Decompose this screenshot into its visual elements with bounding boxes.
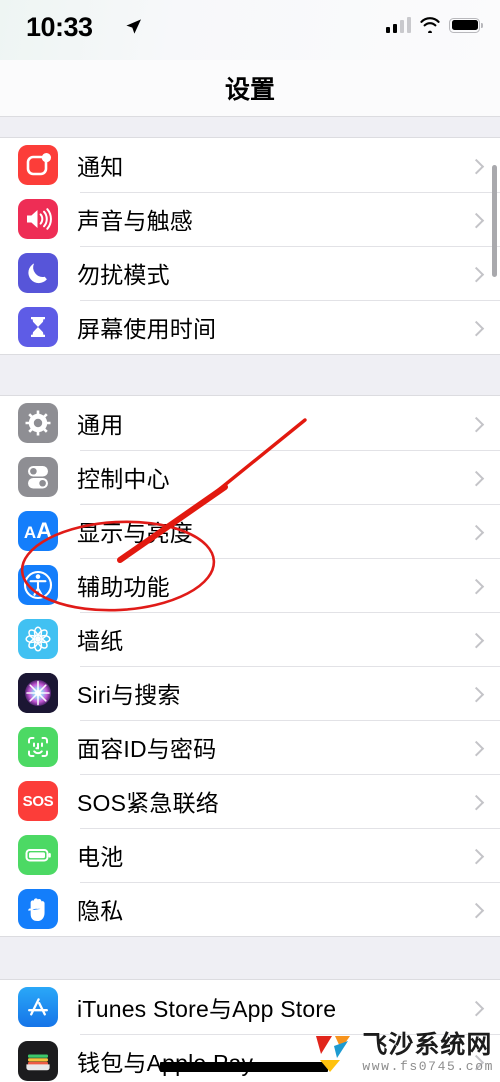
settings-row-face-id-passcode[interactable]: 面容ID与密码 (0, 720, 500, 774)
chevron-right-icon (468, 266, 485, 283)
status-bar-time: 10:33 (26, 12, 93, 42)
chevron-right-icon (468, 212, 485, 229)
privacy-hand-icon (18, 889, 58, 929)
settings-row-sounds-haptics[interactable]: 声音与触感 (0, 192, 500, 246)
settings-row-label: SOS紧急联络 (77, 790, 219, 816)
settings-row-control-center[interactable]: 控制中心 (0, 450, 500, 504)
settings-row-label: 通知 (77, 154, 124, 180)
settings-row-label: 钱包与Apple Pay (77, 1050, 253, 1076)
settings-row-general[interactable]: 通用 (0, 396, 500, 450)
page-title: 设置 (224, 76, 275, 104)
chevron-right-icon (468, 158, 485, 175)
chevron-right-icon (468, 1000, 485, 1017)
siri-search-icon (18, 673, 58, 713)
chevron-right-icon (468, 686, 485, 703)
cellular-signal-icon (385, 17, 411, 33)
settings-row-privacy[interactable]: 隐私 (0, 882, 500, 936)
watermark-site-url: www.fs0745.com (362, 1058, 494, 1074)
settings-row-label: 声音与触感 (77, 208, 193, 234)
sounds-haptics-icon (18, 199, 58, 239)
settings-row-wallpaper[interactable]: 墙纸 (0, 612, 500, 666)
face-id-icon (18, 727, 58, 767)
chevron-right-icon (468, 416, 485, 433)
settings-row-label: Siri与搜索 (77, 682, 181, 708)
settings-row-label: 辅助功能 (77, 574, 170, 600)
chevron-right-icon (468, 794, 485, 811)
battery-settings-icon (18, 835, 58, 875)
status-bar: 10:33 (0, 0, 500, 60)
navigation-bar: 设置 (0, 60, 500, 117)
chevron-right-icon (468, 740, 485, 757)
chevron-right-icon (468, 902, 485, 919)
settings-row-label: iTunes Store与App Store (77, 996, 337, 1022)
vertical-scrollbar[interactable] (492, 165, 497, 277)
redaction-bar (160, 1062, 328, 1072)
site-watermark: 飞沙系统网 www.fs0745.com (310, 1030, 494, 1076)
settings-row-label: 隐私 (77, 898, 124, 924)
group-separator-2 (0, 937, 500, 979)
chevron-right-icon (468, 524, 485, 541)
chevron-right-icon (468, 470, 485, 487)
accessibility-icon (18, 565, 58, 605)
watermark-logo-icon (316, 1036, 351, 1072)
settings-group-alerts: 通知 声音与触感 勿扰模式 屏幕使用时间 (0, 137, 500, 355)
display-brightness-icon: AA (18, 511, 58, 551)
chevron-right-icon (468, 320, 485, 337)
location-arrow-icon (124, 17, 143, 36)
settings-row-label: 通用 (77, 412, 124, 438)
settings-row-label: 控制中心 (77, 466, 170, 492)
chevron-right-icon (468, 632, 485, 649)
wallpaper-icon (18, 619, 58, 659)
chevron-right-icon (468, 848, 485, 865)
emergency-sos-icon: SOS (18, 781, 58, 821)
app-store-icon (18, 987, 58, 1027)
settings-row-do-not-disturb[interactable]: 勿扰模式 (0, 246, 500, 300)
settings-row-label: 墙纸 (77, 628, 124, 654)
settings-row-label: 电池 (77, 844, 124, 870)
status-bar-indicators (385, 17, 483, 33)
notifications-icon (18, 145, 58, 185)
settings-row-accessibility[interactable]: 辅助功能 (0, 558, 500, 612)
list-top-gap (0, 117, 500, 137)
watermark-site-name: 飞沙系统网 (362, 1031, 493, 1060)
do-not-disturb-icon (18, 253, 58, 293)
settings-row-label: 面容ID与密码 (77, 736, 217, 762)
settings-row-label: 显示与亮度 (77, 520, 193, 546)
settings-row-display-brightness[interactable]: AA 显示与亮度 (0, 504, 500, 558)
settings-row-siri-search[interactable]: Siri与搜索 (0, 666, 500, 720)
settings-row-battery[interactable]: 电池 (0, 828, 500, 882)
group-separator-1 (0, 355, 500, 395)
settings-row-emergency-sos[interactable]: SOS SOS紧急联络 (0, 774, 500, 828)
settings-row-label: 屏幕使用时间 (77, 316, 217, 342)
general-gear-icon (18, 403, 58, 443)
screen-time-icon (18, 307, 58, 347)
wallet-icon (18, 1041, 58, 1081)
battery-full-icon (449, 17, 483, 33)
control-center-icon (18, 457, 58, 497)
wifi-icon (420, 17, 440, 33)
settings-row-notifications[interactable]: 通知 (0, 138, 500, 192)
chevron-right-icon (468, 578, 485, 595)
settings-row-itunes-app-store[interactable]: iTunes Store与App Store (0, 980, 500, 1034)
settings-row-label: 勿扰模式 (77, 262, 170, 288)
settings-row-screen-time[interactable]: 屏幕使用时间 (0, 300, 500, 354)
settings-group-system: 通用 控制中心 AA 显示与亮度 辅助功能 墙纸 Siri与搜索 面容ID与密码… (0, 395, 500, 937)
iphone-settings-screen: 10:33 设置 通知 声音与触感 勿扰模式 屏幕使用时间 通用 控制中心 AA… (0, 0, 500, 1082)
